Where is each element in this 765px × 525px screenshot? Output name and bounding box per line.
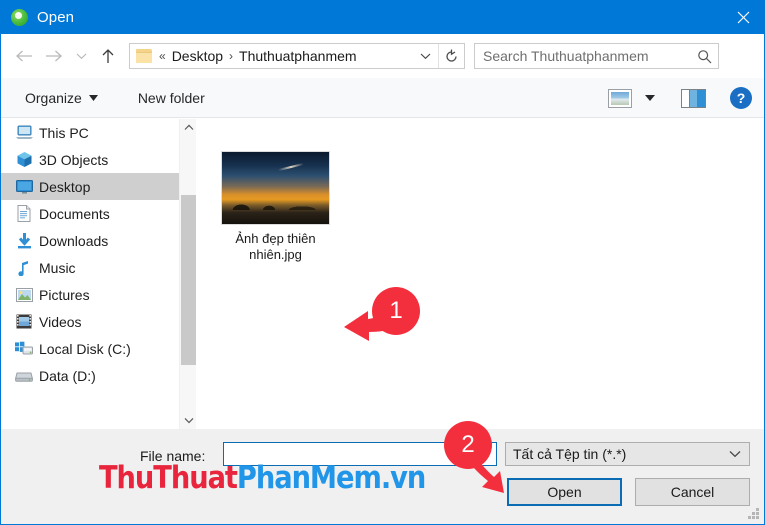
sidebar-item-3d-objects[interactable]: 3D Objects — [1, 146, 179, 173]
sidebar-item-desktop[interactable]: Desktop — [1, 173, 179, 200]
folder-icon — [136, 49, 153, 63]
scroll-down-button[interactable] — [180, 412, 197, 429]
cancel-button-label: Cancel — [670, 484, 715, 500]
search-input[interactable]: Search Thuthuatphanmem — [474, 43, 719, 69]
breadcrumb-overflow[interactable]: « — [153, 49, 172, 63]
video-film-icon — [15, 313, 33, 331]
refresh-button[interactable] — [438, 44, 464, 68]
preview-pane-icon[interactable] — [681, 88, 706, 108]
navigation-bar: « Desktop › Thuthuatphanmem Search Thuth… — [1, 34, 764, 78]
watermark-blue: PhanMem.vn — [236, 460, 426, 496]
new-folder-button[interactable]: New folder — [132, 85, 211, 111]
sidebar-item-downloads[interactable]: Downloads — [1, 227, 179, 254]
help-icon[interactable]: ? — [730, 87, 752, 109]
music-note-icon — [15, 259, 33, 277]
cube-icon — [15, 151, 33, 169]
search-placeholder: Search Thuthuatphanmem — [483, 48, 649, 64]
sidebar-item-music[interactable]: Music — [1, 254, 179, 281]
arrow-left-icon — [16, 50, 32, 62]
arrow-up-icon — [102, 49, 114, 63]
breadcrumb-dropdown-button[interactable] — [414, 44, 436, 68]
file-list[interactable]: Ảnh đẹp thiên nhiên.jpg — [202, 119, 764, 429]
app-green-circle-icon — [11, 9, 28, 26]
sidebar-item-documents[interactable]: Documents — [1, 200, 179, 227]
chevron-down-icon — [420, 53, 430, 60]
chevron-down-icon — [76, 53, 86, 60]
scrollbar-thumb[interactable] — [181, 195, 196, 365]
sidebar-item-label: Pictures — [39, 286, 90, 303]
desktop-icon — [15, 178, 33, 196]
chevron-down-icon — [184, 417, 193, 424]
watermark: ThuThuatPhanMem.vn — [99, 460, 426, 496]
toolbar: Organize New folder ? — [1, 78, 764, 118]
sidebar-item-local-disk-c[interactable]: Local Disk (C:) — [1, 335, 179, 362]
resize-grip-icon[interactable] — [748, 508, 760, 520]
file-type-value: Tất cả Tệp tin (*.*) — [513, 446, 627, 462]
list-item[interactable]: Ảnh đẹp thiên nhiên.jpg — [218, 152, 333, 263]
sidebar-item-label: Data (D:) — [39, 367, 96, 384]
windows-drive-icon — [15, 340, 33, 358]
dialog-title: Open — [37, 9, 75, 26]
caret-down-icon — [88, 94, 98, 101]
organize-button[interactable]: Organize — [19, 85, 104, 111]
sidebar-item-this-pc[interactable]: This PC — [1, 119, 179, 146]
sidebar-item-videos[interactable]: Videos — [1, 308, 179, 335]
title-bar: Open — [1, 1, 764, 34]
close-button[interactable] — [720, 1, 764, 34]
sidebar-item-label: 3D Objects — [39, 151, 109, 168]
toolbar-right-group: ? — [608, 78, 752, 118]
sidebar-item-label: Music — [39, 259, 76, 276]
breadcrumb-item-desktop[interactable]: Desktop — [172, 48, 223, 64]
chevron-down-icon — [729, 451, 741, 458]
sidebar-item-label: Local Disk (C:) — [39, 340, 131, 357]
file-type-dropdown[interactable]: Tất cả Tệp tin (*.*) — [505, 442, 750, 466]
breadcrumb[interactable]: « Desktop › Thuthuatphanmem — [129, 43, 465, 69]
computer-icon — [15, 124, 33, 142]
refresh-icon — [446, 49, 457, 62]
hard-drive-icon — [15, 367, 33, 385]
sunset-landscape-photo — [222, 152, 329, 224]
sidebar-item-label: This PC — [39, 124, 89, 141]
picture-icon — [15, 286, 33, 304]
close-icon — [737, 11, 749, 24]
breadcrumb-item-thuthuatphanmem[interactable]: Thuthuatphanmem — [239, 48, 357, 64]
sidebar-item-label: Downloads — [39, 232, 109, 249]
dialog-body: This PC 3D Objects Desktop Documents Downloa… — [1, 119, 764, 429]
organize-label: Organize — [25, 89, 82, 106]
open-button[interactable]: Open — [507, 478, 622, 506]
navigation-sidebar: This PC 3D Objects Desktop Documents Downloa… — [1, 119, 179, 429]
watermark-red: ThuThuat — [99, 460, 238, 496]
new-folder-label: New folder — [137, 89, 205, 106]
scroll-up-button[interactable] — [180, 119, 197, 136]
chevron-up-icon — [184, 124, 193, 130]
sidebar-item-data-d[interactable]: Data (D:) — [1, 362, 179, 389]
view-layout-icon[interactable] — [608, 88, 632, 108]
sidebar-item-label: Desktop — [39, 178, 91, 195]
download-arrow-icon — [15, 232, 33, 250]
search-icon — [697, 44, 712, 68]
open-file-dialog: Open « Desktop › Thuthuatphanmem Search … — [0, 0, 765, 525]
open-button-label: Open — [547, 484, 582, 500]
sidebar-scrollbar[interactable] — [179, 119, 196, 429]
sidebar-item-label: Videos — [39, 313, 82, 330]
sidebar-item-pictures[interactable]: Pictures — [1, 281, 179, 308]
file-name-label: Ảnh đẹp thiên nhiên.jpg — [235, 231, 316, 262]
arrow-right-icon — [46, 50, 62, 62]
forward-button[interactable] — [39, 41, 69, 71]
breadcrumb-separator: › — [229, 49, 234, 63]
document-icon — [15, 205, 33, 223]
sidebar-item-label: Documents — [39, 205, 110, 222]
recent-locations-button[interactable] — [69, 41, 93, 71]
back-button[interactable] — [9, 41, 39, 71]
up-button[interactable] — [93, 41, 123, 71]
caret-down-icon[interactable] — [645, 95, 655, 101]
help-label: ? — [736, 90, 746, 106]
cancel-button[interactable]: Cancel — [635, 478, 750, 506]
